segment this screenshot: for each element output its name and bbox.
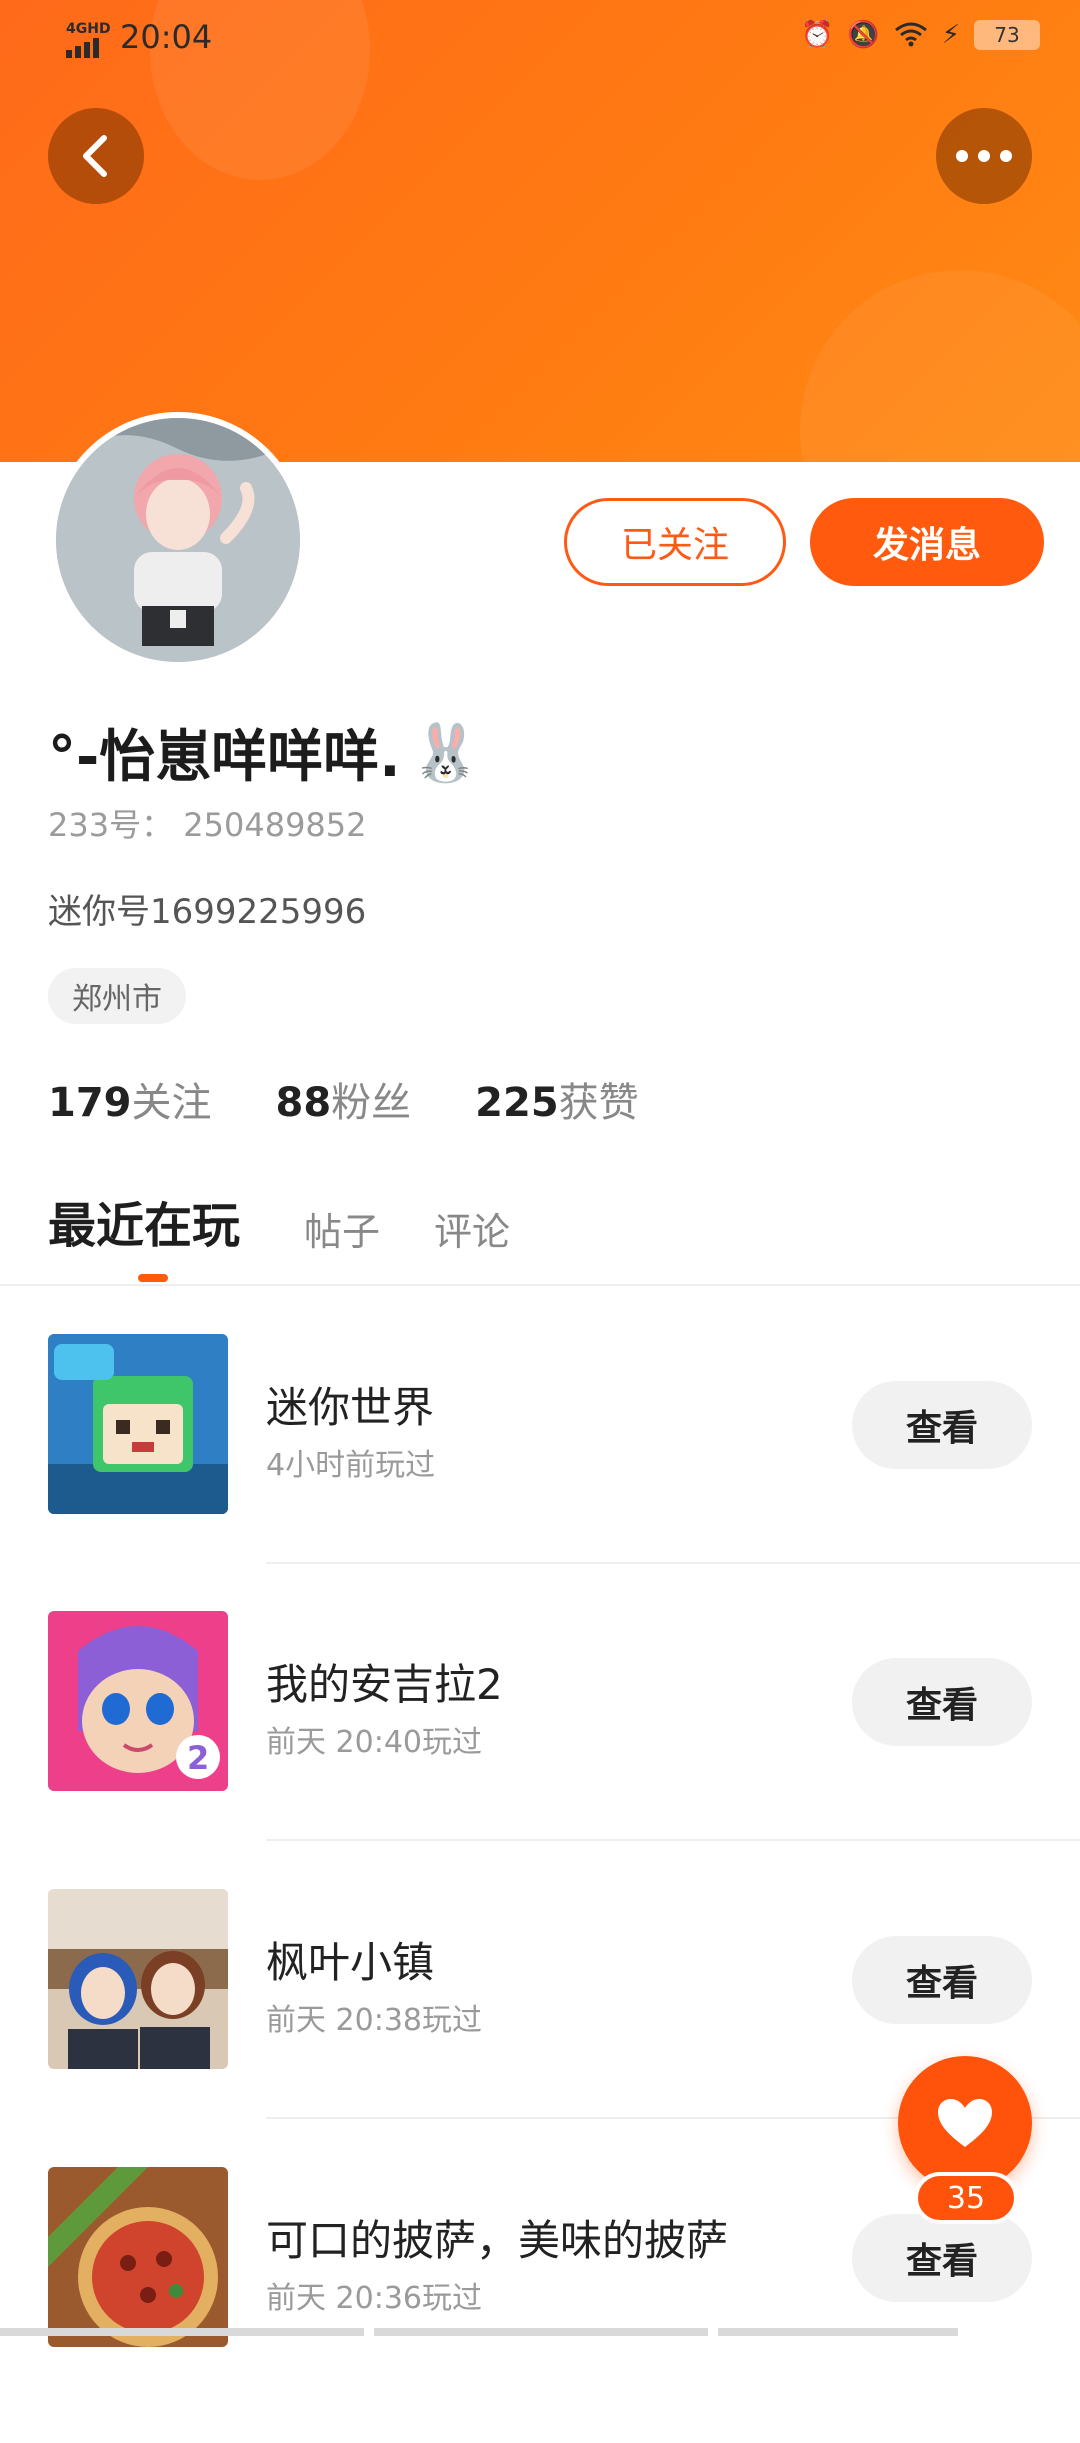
view-button[interactable]: 查看: [852, 1658, 1032, 1746]
chevron-left-icon: [83, 135, 107, 177]
divider: [266, 1839, 1080, 1841]
charging-icon: ⚡: [941, 20, 960, 50]
mini-id: 迷你号1699225996: [48, 892, 367, 932]
battery-level: 73: [994, 23, 1020, 47]
more-button[interactable]: [936, 108, 1032, 204]
follow-button[interactable]: 已关注: [564, 498, 786, 586]
view-button[interactable]: 查看: [852, 1936, 1032, 2024]
stat-label: 关注: [131, 1080, 212, 1126]
like-count-badge: 35: [914, 2172, 1018, 2224]
avatar-image: [56, 418, 300, 662]
more-dots-icon: [956, 150, 1012, 162]
back-button[interactable]: [48, 108, 144, 204]
stat-label: 粉丝: [331, 1080, 412, 1126]
game-icon-maple-town: [48, 1889, 228, 2069]
game-icon-pizza: [48, 2167, 228, 2347]
stat-label: 获赞: [558, 1080, 639, 1126]
last-played: 前天 20:38玩过: [266, 2003, 482, 2038]
view-button[interactable]: 查看: [852, 2214, 1032, 2302]
active-tab-indicator: [138, 1274, 168, 1282]
status-bar: 4GHD 20:04 ⏰ 🔕 ⚡ 73: [0, 0, 1080, 80]
signal-icon: [66, 38, 99, 58]
game-title: 我的安吉拉2: [266, 1660, 503, 1709]
profile-tabs: 最近在玩 帖子 评论: [48, 1186, 564, 1256]
username: °-怡崽咩咩咩. 🐰: [48, 712, 480, 793]
user-id-label: 233号：: [48, 806, 174, 844]
game-title: 迷你世界: [266, 1383, 435, 1432]
mute-icon: 🔕: [847, 20, 880, 50]
heart-icon: [938, 2099, 992, 2147]
city-tag: 郑州市: [48, 968, 186, 1024]
divider: [0, 1284, 1080, 1286]
tab-posts[interactable]: 帖子: [304, 1201, 380, 1256]
last-played: 前天 20:36玩过: [266, 2281, 482, 2316]
divider: [266, 1562, 1080, 1564]
tab-recently-played[interactable]: 最近在玩: [48, 1186, 240, 1256]
stat-value: 225: [475, 1080, 559, 1126]
network-type: 4GHD: [66, 21, 111, 37]
game-icon-my-angela-2: 2: [48, 1611, 228, 1791]
game-title: 可口的披萨，美味的披萨: [266, 2216, 729, 2265]
stat-likes[interactable]: 225获赞: [475, 1070, 639, 1128]
list-item[interactable]: 迷你世界 4小时前玩过 查看: [0, 1334, 1080, 1610]
last-played: 前天 20:40玩过: [266, 1725, 482, 1760]
profile-banner: 4GHD 20:04 ⏰ 🔕 ⚡ 73: [0, 0, 1080, 462]
tab-comments[interactable]: 评论: [434, 1201, 510, 1256]
clock: 20:04: [120, 18, 213, 56]
game-icon-mini-world: [48, 1334, 228, 1514]
user-id: 233号： 250489852: [48, 800, 367, 846]
profile-stats: 179关注 88粉丝 225获赞: [48, 1070, 639, 1128]
list-item[interactable]: 2 我的安吉拉2 前天 20:40玩过 查看: [0, 1611, 1080, 1887]
last-played: 4小时前玩过: [266, 1448, 436, 1483]
status-icons: ⏰ 🔕 ⚡ 73: [801, 20, 1040, 50]
stat-fans[interactable]: 88粉丝: [276, 1070, 412, 1128]
battery-indicator: 73: [974, 20, 1040, 50]
stat-value: 88: [275, 1080, 332, 1126]
rabbit-emoji-icon: 🐰: [410, 720, 481, 786]
avatar[interactable]: [50, 412, 306, 668]
banner-decoration: [800, 270, 1080, 462]
user-id-value: 250489852: [183, 806, 367, 844]
stat-following[interactable]: 179关注: [48, 1070, 212, 1128]
message-button[interactable]: 发消息: [810, 498, 1044, 586]
alarm-icon: ⏰: [800, 20, 834, 50]
username-text: °-怡崽咩咩咩.: [48, 725, 401, 790]
like-button[interactable]: [898, 2056, 1032, 2190]
svg-text:2: 2: [187, 1739, 209, 1777]
wifi-icon: [894, 22, 927, 47]
game-title: 枫叶小镇: [266, 1938, 435, 1987]
view-button[interactable]: 查看: [852, 1381, 1032, 1469]
stat-value: 179: [48, 1080, 132, 1126]
bottom-scroll-indicator: [0, 2328, 1080, 2340]
